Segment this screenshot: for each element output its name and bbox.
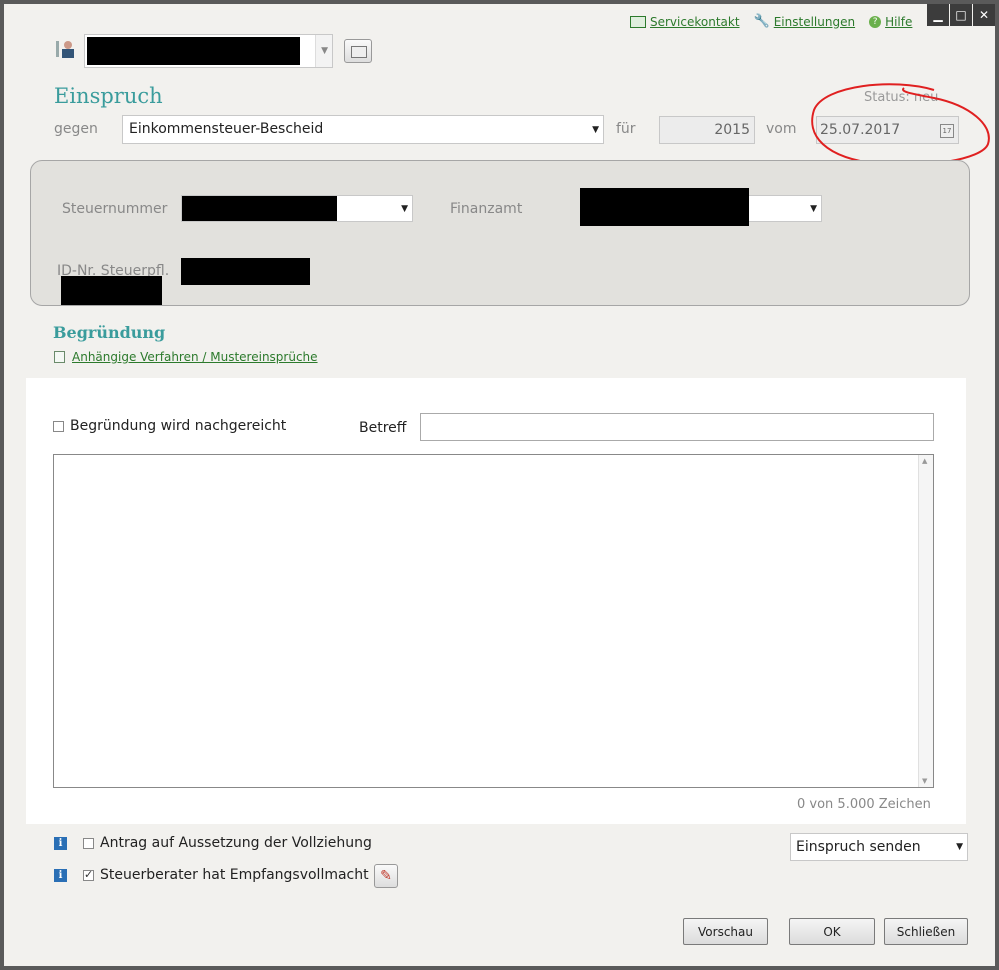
finanzamt-label: Finanzamt bbox=[450, 201, 523, 217]
vollmacht-row: i Steuerberater hat Empfangsvollmacht bbox=[54, 867, 369, 883]
help-link[interactable]: ? Hilfe bbox=[869, 15, 912, 29]
card-icon bbox=[351, 46, 367, 58]
scroll-up-icon[interactable]: ▲ bbox=[922, 457, 927, 465]
bescheid-select[interactable]: Einkommensteuer-Bescheid ▼ bbox=[122, 115, 604, 144]
chevron-down-icon: ▼ bbox=[956, 842, 963, 852]
gegen-label: gegen bbox=[54, 121, 98, 137]
nachgereicht-checkbox[interactable] bbox=[53, 420, 64, 432]
redacted-block bbox=[61, 276, 162, 305]
bescheid-select-value: Einkommensteuer-Bescheid bbox=[129, 121, 324, 137]
dialog-window: Servicekontakt 🔧 Einstellungen ? Hilfe ▁… bbox=[4, 4, 995, 966]
annotation-circle bbox=[811, 83, 990, 167]
betreff-label: Betreff bbox=[359, 420, 407, 436]
edit-button[interactable]: ✎ bbox=[374, 864, 398, 888]
reason-section: Begründung wird nachgereicht Betreff ▲ ▼… bbox=[26, 378, 966, 824]
preview-button[interactable]: Vorschau bbox=[683, 918, 768, 945]
steuernummer-label: Steuernummer bbox=[62, 201, 168, 217]
window-controls: ▁ □ ✕ bbox=[926, 4, 995, 26]
pencil-icon: ✎ bbox=[380, 868, 392, 884]
aussetzung-checkbox[interactable] bbox=[83, 837, 94, 849]
document-icon bbox=[54, 351, 65, 363]
redacted-block bbox=[87, 37, 300, 65]
maximize-button[interactable]: □ bbox=[950, 4, 972, 26]
service-contact-link[interactable]: Servicekontakt bbox=[630, 15, 740, 29]
help-label[interactable]: Hilfe bbox=[885, 15, 912, 29]
nachgereicht-option[interactable]: Begründung wird nachgereicht bbox=[53, 418, 286, 434]
person-select-dropdown[interactable]: ▼ bbox=[315, 35, 332, 67]
person-select[interactable]: ▼ bbox=[84, 34, 333, 68]
aussetzung-label: Antrag auf Aussetzung der Vollziehung bbox=[100, 835, 372, 851]
minimize-button[interactable]: ▁ bbox=[927, 4, 949, 26]
info-icon[interactable]: i bbox=[54, 868, 67, 882]
pending-procedures-link[interactable]: Anhängige Verfahren / Mustereinsprüche bbox=[54, 350, 318, 364]
settings-label[interactable]: Einstellungen bbox=[774, 15, 855, 29]
betreff-input[interactable] bbox=[420, 413, 934, 441]
taxpayer-panel: Steuernummer ▼ Finanzamt ▼ ID-Nr. Steuer… bbox=[30, 160, 970, 306]
fuer-label: für bbox=[616, 121, 636, 137]
steuernummer-select[interactable]: ▼ bbox=[181, 195, 413, 222]
page-title: Einspruch bbox=[54, 84, 163, 108]
service-contact-label[interactable]: Servicekontakt bbox=[650, 15, 740, 29]
chevron-down-icon: ▼ bbox=[401, 203, 408, 214]
help-icon: ? bbox=[869, 15, 882, 28]
begruendung-title: Begründung bbox=[53, 323, 166, 342]
close-button[interactable]: Schließen bbox=[884, 918, 968, 945]
card-button[interactable] bbox=[344, 39, 372, 63]
char-counter: 0 von 5.000 Zeichen bbox=[797, 797, 931, 812]
aussetzung-option[interactable]: Antrag auf Aussetzung der Vollziehung bbox=[83, 835, 372, 851]
close-window-button[interactable]: ✕ bbox=[973, 4, 995, 26]
settings-link[interactable]: 🔧 Einstellungen bbox=[754, 14, 856, 29]
chevron-down-icon: ▼ bbox=[321, 46, 328, 56]
person-icon bbox=[54, 38, 78, 60]
textarea-scrollbar[interactable]: ▲ ▼ bbox=[918, 455, 933, 787]
year-value: 2015 bbox=[714, 122, 750, 138]
redacted-block bbox=[182, 196, 337, 221]
nachgereicht-label: Begründung wird nachgereicht bbox=[70, 418, 287, 434]
chevron-down-icon: ▼ bbox=[592, 124, 599, 135]
ok-button[interactable]: OK bbox=[789, 918, 875, 945]
action-select[interactable]: Einspruch senden ▼ bbox=[790, 833, 968, 861]
top-links: Servicekontakt 🔧 Einstellungen ? Hilfe bbox=[630, 14, 912, 29]
redacted-block bbox=[580, 188, 749, 226]
reason-textarea[interactable]: ▲ ▼ bbox=[53, 454, 934, 788]
action-select-value: Einspruch senden bbox=[796, 839, 921, 855]
pending-procedures-label[interactable]: Anhängige Verfahren / Mustereinsprüche bbox=[72, 350, 318, 364]
chevron-down-icon: ▼ bbox=[810, 203, 817, 214]
vollmacht-checkbox[interactable] bbox=[83, 868, 94, 881]
year-field[interactable]: 2015 bbox=[659, 116, 755, 144]
service-contact-icon bbox=[630, 15, 646, 28]
aussetzung-row: i Antrag auf Aussetzung der Vollziehung bbox=[54, 835, 372, 851]
redacted-block bbox=[181, 258, 310, 285]
vom-label: vom bbox=[766, 121, 797, 137]
scroll-down-icon[interactable]: ▼ bbox=[922, 777, 927, 785]
vollmacht-option[interactable]: Steuerberater hat Empfangsvollmacht bbox=[83, 867, 369, 883]
wrench-icon: 🔧 bbox=[753, 14, 770, 29]
vollmacht-label: Steuerberater hat Empfangsvollmacht bbox=[100, 867, 369, 883]
info-icon[interactable]: i bbox=[54, 836, 67, 850]
